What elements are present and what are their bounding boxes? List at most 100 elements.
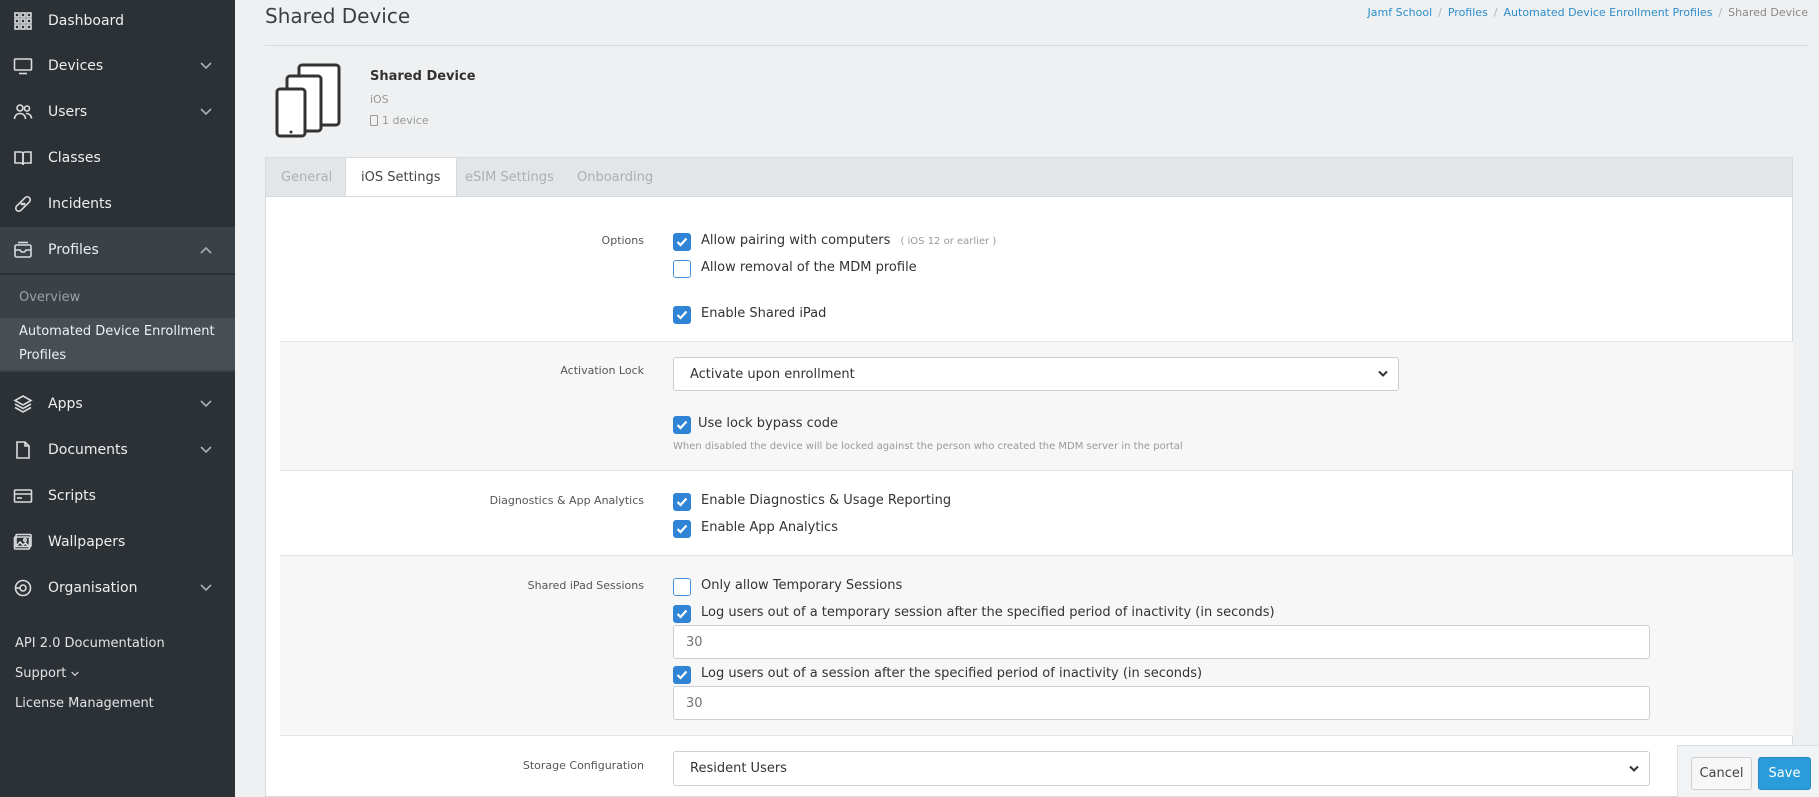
app-analytics-label: Enable App Analytics bbox=[701, 520, 838, 535]
profiles-icon bbox=[12, 239, 34, 261]
bandage-icon bbox=[12, 193, 34, 215]
temp-session-logout-label: Log users out of a temporary session aft… bbox=[701, 605, 1275, 620]
sidebar-item-label: Profiles bbox=[48, 242, 99, 258]
sidebar-item-label: Scripts bbox=[48, 488, 96, 504]
sidebar-item-label: Dashboard bbox=[48, 13, 124, 29]
users-icon bbox=[12, 101, 34, 123]
sidebar-item-label: Classes bbox=[48, 150, 101, 166]
sidebar-item-users[interactable]: Users bbox=[0, 89, 235, 135]
profile-device-count: 1 device bbox=[370, 114, 429, 127]
session-logout-checkbox[interactable] bbox=[673, 666, 691, 684]
breadcrumb-separator: / bbox=[1493, 6, 1498, 19]
breadcrumb-profiles[interactable]: Profiles bbox=[1448, 6, 1488, 19]
temporary-sessions-only-checkbox[interactable] bbox=[673, 578, 691, 596]
sidebar-subitem-ade-profiles[interactable]: Automated Device Enrollment Profiles bbox=[0, 318, 235, 370]
sidebar-item-scripts[interactable]: Scripts bbox=[0, 473, 235, 519]
sidebar-item-organisation[interactable]: Organisation bbox=[0, 565, 235, 611]
temp-session-logout-checkbox[interactable] bbox=[673, 605, 691, 623]
profile-os: iOS bbox=[370, 93, 389, 106]
breadcrumb-ade-profiles[interactable]: Automated Device Enrollment Profiles bbox=[1504, 6, 1713, 19]
save-button[interactable]: Save bbox=[1758, 757, 1811, 790]
sidebar: Dashboard Devices Users Classes Incident… bbox=[0, 0, 235, 797]
enable-shared-ipad-label: Enable Shared iPad bbox=[701, 306, 827, 321]
tab-onboarding[interactable]: Onboarding bbox=[562, 158, 668, 197]
monitor-icon bbox=[12, 55, 34, 77]
allow-pairing-hint: ( iOS 12 or earlier ) bbox=[900, 236, 997, 247]
sidebar-item-apps[interactable]: Apps bbox=[0, 381, 235, 427]
allow-mdm-removal-checkbox[interactable] bbox=[673, 260, 691, 278]
header-divider bbox=[265, 45, 1808, 46]
diagnostics-usage-label: Enable Diagnostics & Usage Reporting bbox=[701, 493, 952, 508]
license-management-link[interactable]: License Management bbox=[15, 696, 154, 711]
app-analytics-checkbox[interactable] bbox=[673, 520, 691, 538]
devices-icon bbox=[275, 63, 341, 138]
support-link[interactable]: Support bbox=[15, 666, 80, 681]
allow-pairing-row: Allow pairing with computers ( iOS 12 or … bbox=[701, 233, 996, 248]
chevron-down-icon bbox=[1378, 367, 1388, 382]
lock-bypass-checkbox[interactable] bbox=[673, 416, 691, 434]
sidebar-item-devices[interactable]: Devices bbox=[0, 43, 235, 89]
allow-pairing-checkbox[interactable] bbox=[673, 233, 691, 251]
device-count-label: 1 device bbox=[382, 114, 429, 127]
document-icon bbox=[12, 439, 34, 461]
api-docs-link[interactable]: API 2.0 Documentation bbox=[15, 636, 165, 651]
tab-general[interactable]: General bbox=[266, 158, 347, 197]
enable-shared-ipad-checkbox[interactable] bbox=[673, 306, 691, 324]
chevron-down-icon bbox=[195, 400, 217, 408]
sidebar-item-profiles[interactable]: Profiles bbox=[0, 227, 235, 273]
chevron-down-icon bbox=[1629, 761, 1639, 776]
breadcrumb: Jamf School / Profiles / Automated Devic… bbox=[1368, 6, 1808, 19]
diagnostics-label: Diagnostics & App Analytics bbox=[489, 494, 644, 507]
activation-lock-value: Activate upon enrollment bbox=[690, 366, 855, 382]
image-icon bbox=[12, 531, 34, 553]
sidebar-item-label: Wallpapers bbox=[48, 534, 126, 550]
allow-pairing-label: Allow pairing with computers bbox=[701, 233, 891, 248]
sidebar-item-label: Apps bbox=[48, 396, 83, 412]
layers-icon bbox=[12, 393, 34, 415]
sidebar-subitem-overview[interactable]: Overview bbox=[0, 290, 235, 305]
tab-ios-settings[interactable]: iOS Settings bbox=[345, 158, 457, 198]
breadcrumb-jamf-school[interactable]: Jamf School bbox=[1368, 6, 1433, 19]
support-label: Support bbox=[15, 666, 67, 681]
sidebar-subitem-label: Automated Device Enrollment bbox=[19, 324, 215, 339]
sidebar-item-label: Users bbox=[48, 104, 88, 120]
sidebar-subitem-label: Profiles bbox=[19, 348, 67, 363]
sidebar-item-label: Incidents bbox=[48, 196, 112, 212]
chevron-down-icon bbox=[195, 584, 217, 592]
grid-icon bbox=[12, 10, 34, 32]
lock-bypass-label: Use lock bypass code bbox=[698, 416, 838, 431]
sidebar-item-wallpapers[interactable]: Wallpapers bbox=[0, 519, 235, 565]
diagnostics-usage-checkbox[interactable] bbox=[673, 493, 691, 511]
cancel-button[interactable]: Cancel bbox=[1691, 757, 1752, 790]
profile-name: Shared Device bbox=[370, 69, 476, 84]
sidebar-item-classes[interactable]: Classes bbox=[0, 135, 235, 181]
storage-configuration-select[interactable]: Resident Users bbox=[673, 751, 1650, 786]
tab-esim-settings[interactable]: eSIM Settings bbox=[450, 158, 569, 197]
temp-session-timeout-input[interactable] bbox=[673, 625, 1650, 659]
tab-bar: General iOS Settings eSIM Settings Onboa… bbox=[265, 157, 1793, 198]
chevron-down-icon bbox=[195, 446, 217, 454]
sidebar-item-incidents[interactable]: Incidents bbox=[0, 181, 235, 227]
storage-configuration-value: Resident Users bbox=[690, 761, 787, 776]
chevron-up-icon bbox=[195, 246, 217, 254]
sidebar-item-documents[interactable]: Documents bbox=[0, 427, 235, 473]
page-title: Shared Device bbox=[265, 4, 411, 28]
temporary-sessions-only-label: Only allow Temporary Sessions bbox=[701, 578, 903, 593]
lock-bypass-note: When disabled the device will be locked … bbox=[673, 441, 1183, 452]
activation-lock-label: Activation Lock bbox=[560, 364, 644, 377]
terminal-icon bbox=[12, 485, 34, 507]
sidebar-item-label: Devices bbox=[48, 58, 104, 74]
profiles-submenu: Overview Automated Device Enrollment Pro… bbox=[0, 275, 235, 372]
sidebar-item-dashboard[interactable]: Dashboard bbox=[0, 0, 235, 44]
sidebar-item-label: Documents bbox=[48, 442, 128, 458]
activation-lock-select[interactable]: Activate upon enrollment bbox=[673, 357, 1399, 391]
options-label: Options bbox=[601, 234, 644, 247]
sidebar-item-label: Organisation bbox=[48, 580, 138, 596]
session-logout-label: Log users out of a session after the spe… bbox=[701, 666, 1203, 681]
phone-icon bbox=[370, 115, 378, 126]
session-timeout-input[interactable] bbox=[673, 686, 1650, 720]
book-icon bbox=[12, 147, 34, 169]
storage-configuration-label: Storage Configuration bbox=[522, 759, 644, 772]
breadcrumb-separator: / bbox=[1718, 6, 1723, 19]
chevron-down-icon bbox=[195, 62, 217, 70]
